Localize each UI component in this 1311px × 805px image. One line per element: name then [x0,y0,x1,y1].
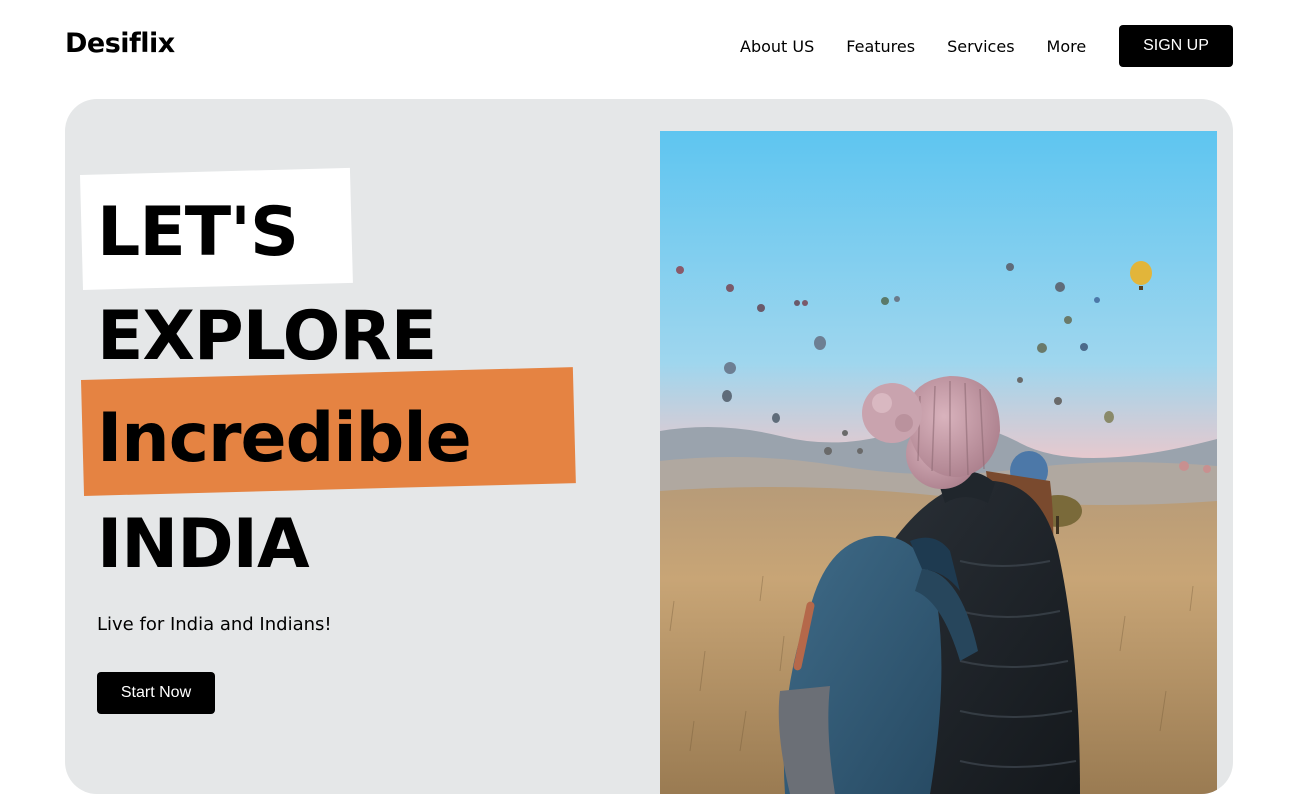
hot-air-balloon-traveler-photo [660,131,1217,794]
headline-line-4: INDIA [97,505,310,584]
sign-up-button[interactable]: SIGN UP [1119,25,1233,67]
nav-link-about-us[interactable]: About US [740,35,814,59]
headline-line-1: LET'S [97,193,299,272]
main-nav: About US Features Services More [740,35,1086,59]
nav-link-features[interactable]: Features [846,35,915,59]
start-now-button[interactable]: Start Now [97,672,215,714]
headline-line-3: Incredible [97,399,472,478]
hero-card: LET'S EXPLORE Incredible INDIA Live for … [65,99,1233,794]
hero-photo [660,131,1217,794]
nav-link-services[interactable]: Services [947,35,1014,59]
nav-link-more[interactable]: More [1047,35,1087,59]
site-header: Desiflix About US Features Services More… [0,0,1311,92]
hero-tagline: Live for India and Indians! [97,614,332,635]
headline-line-2: EXPLORE [97,297,437,376]
hero-headline: LET'S EXPLORE Incredible INDIA [65,99,625,619]
brand-logo[interactable]: Desiflix [65,27,175,61]
